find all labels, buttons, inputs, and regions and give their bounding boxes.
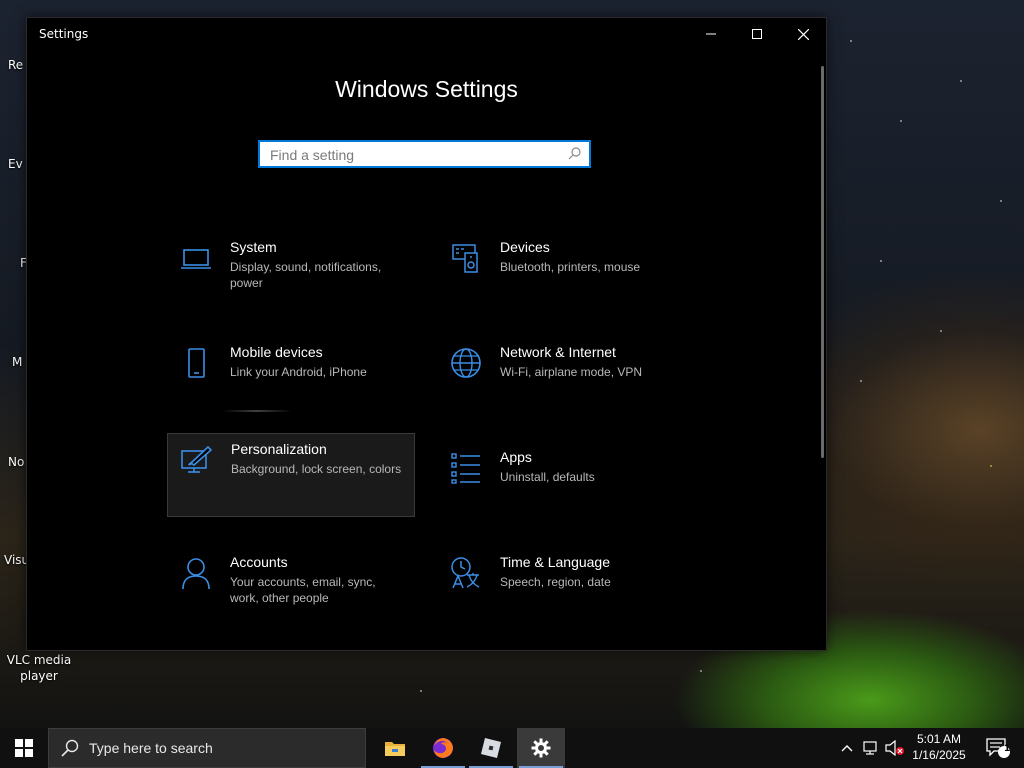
taskbar-roblox[interactable] bbox=[467, 728, 515, 768]
close-button[interactable] bbox=[780, 18, 826, 50]
start-button[interactable] bbox=[0, 728, 48, 768]
system-clock[interactable]: 5:01 AM 1/16/2025 bbox=[906, 731, 972, 763]
tile-apps-name: Apps bbox=[500, 449, 532, 465]
windows-logo-icon bbox=[15, 739, 33, 757]
tile-time-language-name: Time & Language bbox=[500, 554, 610, 570]
minimize-button[interactable] bbox=[688, 18, 734, 50]
tile-network-internet-desc: Wi-Fi, airplane mode, VPN bbox=[500, 365, 643, 379]
search-icon[interactable] bbox=[568, 147, 581, 160]
tile-system[interactable]: System Display, sound, notifications, po… bbox=[167, 233, 415, 315]
desktop-icon-recycle-bin[interactable]: Re bbox=[8, 58, 23, 72]
scrollbar[interactable] bbox=[821, 66, 824, 458]
chevron-up-icon bbox=[841, 745, 853, 752]
person-icon bbox=[182, 558, 210, 590]
tile-network-internet[interactable]: Network & Internet Wi-Fi, airplane mode,… bbox=[437, 338, 685, 420]
tile-accounts[interactable]: Accounts Your accounts, email, sync, wor… bbox=[167, 548, 415, 630]
settings-window: Settings Windows Settings System Display… bbox=[26, 17, 827, 651]
desktop-icon-notepad[interactable]: No bbox=[8, 455, 24, 469]
volume-tray-button[interactable] bbox=[883, 728, 907, 768]
close-icon bbox=[797, 28, 809, 40]
separator bbox=[222, 410, 292, 412]
desktop-icon-ev[interactable]: Ev bbox=[8, 157, 23, 171]
title-bar[interactable]: Settings bbox=[27, 18, 826, 50]
maximize-button[interactable] bbox=[734, 18, 780, 50]
search-icon bbox=[61, 739, 79, 757]
tile-devices-name: Devices bbox=[500, 239, 550, 255]
devices-icon bbox=[452, 244, 478, 273]
notification-count-badge: 1 bbox=[1004, 744, 1011, 754]
laptop-icon bbox=[181, 249, 211, 269]
settings-search-box[interactable] bbox=[258, 140, 591, 168]
tile-personalization-desc: Background, lock screen, colors bbox=[231, 462, 402, 476]
taskbar-firefox[interactable] bbox=[419, 728, 467, 768]
volume-muted-icon bbox=[885, 740, 904, 756]
apps-list-icon bbox=[451, 453, 480, 484]
tile-network-internet-name: Network & Internet bbox=[500, 344, 616, 360]
time-language-icon bbox=[451, 557, 480, 589]
taskbar-search-placeholder: Type here to search bbox=[89, 740, 213, 756]
clock-time: 5:01 AM bbox=[916, 732, 962, 746]
gear-icon bbox=[531, 738, 551, 758]
tile-system-desc: Display, sound, notifications, power bbox=[230, 260, 382, 290]
tile-accounts-desc: Your accounts, email, sync, work, other … bbox=[230, 575, 376, 605]
tile-devices-desc: Bluetooth, printers, mouse bbox=[500, 260, 641, 274]
tile-devices[interactable]: Devices Bluetooth, printers, mouse bbox=[437, 233, 685, 315]
tile-apps[interactable]: Apps Uninstall, defaults bbox=[437, 443, 685, 525]
tile-mobile-devices[interactable]: Mobile devices Link your Android, iPhone bbox=[167, 338, 415, 420]
firefox-icon bbox=[433, 738, 453, 758]
vlc-label: VLC media player bbox=[6, 653, 72, 683]
tile-time-language[interactable]: Time & Language Speech, region, date bbox=[437, 548, 685, 630]
tile-accounts-name: Accounts bbox=[230, 554, 288, 570]
window-title: Settings bbox=[39, 27, 89, 41]
network-icon bbox=[863, 741, 877, 755]
page-title: Windows Settings bbox=[335, 76, 518, 102]
taskbar-search-box[interactable]: Type here to search bbox=[48, 728, 366, 768]
tile-personalization[interactable]: Personalization Background, lock screen,… bbox=[167, 433, 415, 517]
tile-time-language-desc: Speech, region, date bbox=[500, 575, 611, 589]
folder-icon bbox=[385, 742, 405, 756]
taskbar-settings[interactable] bbox=[517, 728, 565, 768]
action-center-button[interactable]: 1 bbox=[978, 728, 1018, 768]
desktop-icon-m[interactable]: M bbox=[12, 355, 22, 369]
globe-icon bbox=[451, 348, 481, 378]
tile-personalization-name: Personalization bbox=[231, 441, 327, 457]
tile-apps-desc: Uninstall, defaults bbox=[500, 470, 595, 484]
tile-mobile-devices-name: Mobile devices bbox=[230, 344, 323, 360]
paint-icon bbox=[181, 445, 213, 473]
roblox-icon bbox=[481, 738, 501, 758]
search-input[interactable] bbox=[268, 144, 562, 166]
tile-system-name: System bbox=[230, 239, 277, 255]
clock-date: 1/16/2025 bbox=[912, 748, 966, 762]
taskbar: Type here to search 5:01 AM 1/16/2025 1 bbox=[0, 728, 1024, 768]
phone-icon bbox=[188, 348, 205, 378]
maximize-icon bbox=[752, 29, 762, 39]
minimize-icon bbox=[706, 33, 716, 35]
show-hidden-icons-button[interactable] bbox=[835, 728, 859, 768]
network-tray-button[interactable] bbox=[859, 728, 883, 768]
tile-mobile-devices-desc: Link your Android, iPhone bbox=[230, 365, 367, 379]
taskbar-file-explorer[interactable] bbox=[371, 728, 419, 768]
